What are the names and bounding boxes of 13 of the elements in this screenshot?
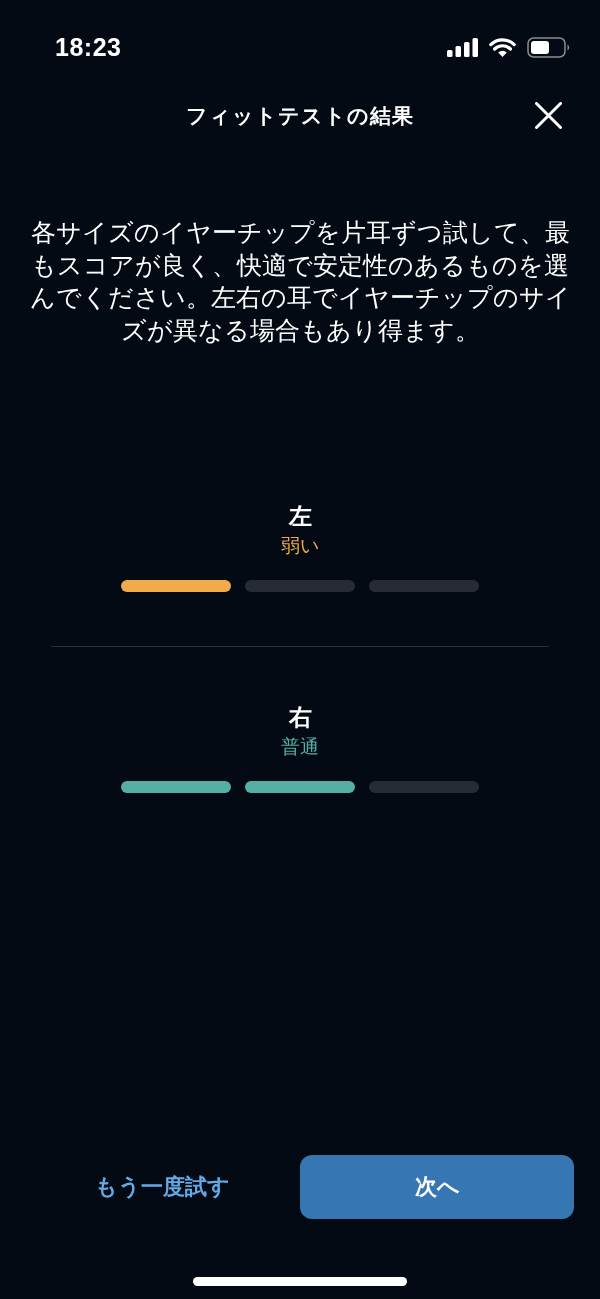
- close-icon[interactable]: [535, 102, 562, 129]
- status-time: 18:23: [55, 32, 122, 62]
- fit-rating: 弱い: [281, 534, 319, 558]
- side-label: 右: [288, 703, 312, 732]
- instructions-text: 各サイズのイヤーチップを片耳ずつ試して、最もスコアが良く、快適で安定性のあるものを選んでください。左右の耳でイヤーチップのサイズが異なる場合もあり得ます。: [28, 217, 572, 346]
- battery-icon: [527, 36, 570, 58]
- side-label: 左: [288, 502, 312, 531]
- signal-icon: [447, 37, 478, 57]
- next-button[interactable]: 次へ: [300, 1155, 574, 1219]
- fit-rating: 普通: [281, 735, 319, 759]
- screen-title: フィットテストの結果: [186, 103, 414, 129]
- wifi-icon: [489, 37, 516, 57]
- retry-button[interactable]: もう一度試す: [50, 1155, 274, 1219]
